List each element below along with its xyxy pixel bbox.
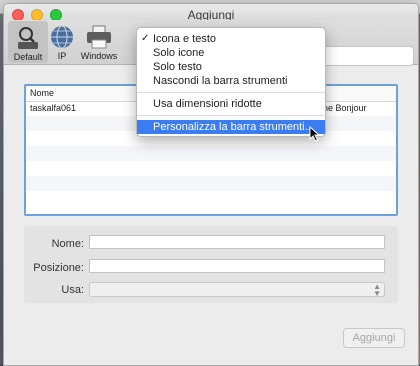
toolbar-item-default[interactable]: Default [8, 21, 48, 63]
checkmark-icon: ✓ [141, 33, 150, 44]
menu-separator [137, 115, 325, 116]
menu-item-customize-toolbar[interactable]: Personalizza la barra strumenti... [137, 120, 325, 134]
table-row-empty [26, 161, 396, 176]
globe-icon [51, 25, 73, 49]
name-field[interactable] [89, 235, 385, 249]
menu-item-icon-and-text[interactable]: ✓ Icona e testo [137, 32, 325, 46]
toolbar-label-default: Default [13, 52, 43, 62]
menu-item-icon-only[interactable]: Solo icone [137, 46, 325, 60]
column-header-name[interactable]: Nome [30, 88, 54, 98]
menu-item-hide-toolbar[interactable]: Nascondi la barra strumenti [137, 74, 325, 88]
printer-magnifier-icon [18, 27, 38, 49]
add-button[interactable]: Aggiungi [343, 328, 405, 348]
toolbar-item-ip[interactable]: IP [48, 20, 76, 64]
table-row-empty [26, 176, 396, 191]
updown-chevron-icon: ▲ ▼ [373, 282, 381, 298]
table-row-empty [26, 191, 396, 206]
location-label: Posizione: [33, 262, 84, 274]
printer-name-cell: taskalfa061 [30, 103, 77, 113]
toolbar-context-menu: ✓ Icona e testo Solo icone Solo testo Na… [136, 27, 326, 137]
table-row-empty [26, 146, 396, 161]
toolbar-item-windows[interactable]: Windows [78, 20, 120, 64]
menu-item-text-only[interactable]: Solo testo [137, 60, 325, 74]
menu-item-small-size[interactable]: Usa dimensioni ridotte [137, 97, 325, 111]
printer-icon [87, 25, 111, 49]
menu-separator [137, 92, 325, 93]
printer-info-form: Nome: Posizione: Usa: ▲ ▼ [24, 226, 398, 303]
toolbar-label-ip: IP [57, 51, 67, 61]
name-label: Nome: [51, 238, 84, 250]
toolbar-label-windows: Windows [80, 51, 118, 61]
use-label: Usa: [61, 284, 84, 296]
use-select[interactable]: ▲ ▼ [89, 282, 385, 298]
location-field[interactable] [89, 259, 385, 273]
mouse-pointer-icon [309, 126, 321, 142]
